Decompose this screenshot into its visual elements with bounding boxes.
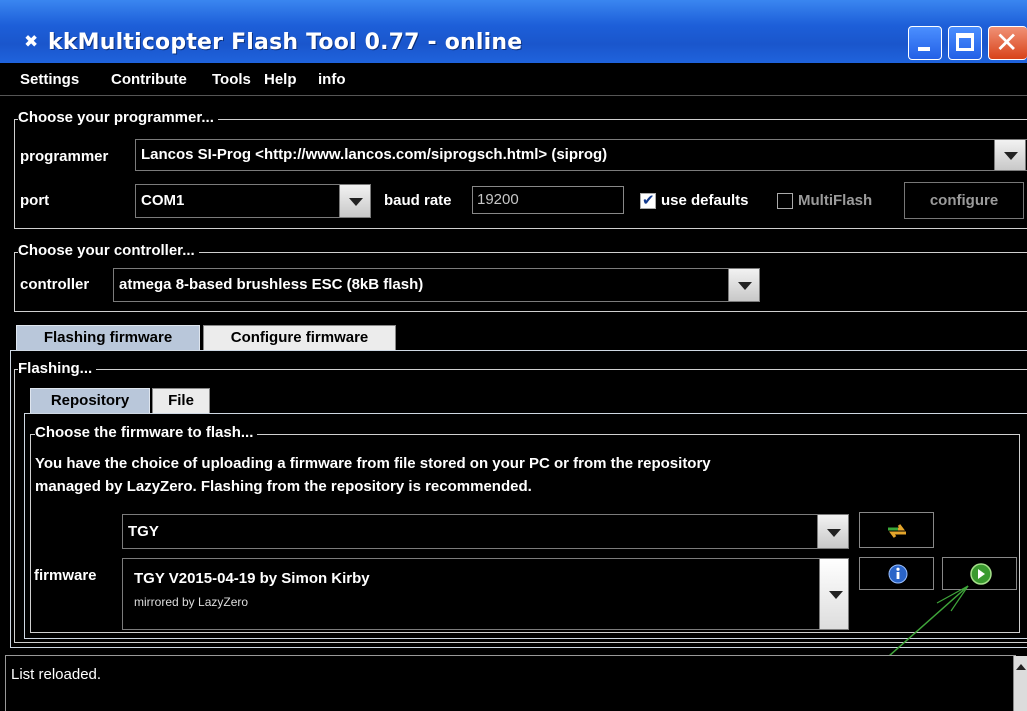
use-defaults-label: use defaults: [661, 192, 749, 209]
menu-info[interactable]: info: [318, 71, 346, 88]
controller-group-title: Choose your controller...: [18, 243, 199, 259]
multiflash-checkbox[interactable]: [777, 193, 793, 209]
baud-rate-label: baud rate: [384, 192, 452, 209]
baud-rate-input[interactable]: 19200: [472, 186, 624, 214]
menu-contribute[interactable]: Contribute: [111, 71, 187, 88]
programmer-value: Lancos SI-Prog <http://www.lancos.com/si…: [141, 146, 608, 163]
firmware-name: TGY V2015-04-19 by Simon Kirby: [134, 570, 370, 587]
tab-flashing-firmware[interactable]: Flashing firmware: [16, 325, 200, 351]
multiflash-label: MultiFlash: [798, 192, 873, 209]
port-label: port: [20, 192, 50, 209]
info-icon: [888, 564, 908, 584]
chevron-down-icon[interactable]: [339, 185, 370, 217]
description-line-1: You have the choice of uploading a firmw…: [35, 455, 711, 472]
info-button[interactable]: [859, 557, 934, 590]
repository-select[interactable]: TGY: [122, 514, 849, 549]
repository-value: TGY: [128, 523, 159, 540]
reload-icon: [888, 524, 906, 538]
chevron-down-icon[interactable]: [728, 269, 759, 301]
title-bar: ✖ kkMulticopter Flash Tool 0.77 - online…: [0, 0, 1027, 63]
close-button[interactable]: ✕: [988, 26, 1027, 60]
reload-button[interactable]: [859, 512, 934, 548]
log-output[interactable]: List reloaded.: [5, 655, 1016, 711]
programmer-label: programmer: [20, 148, 109, 165]
programmer-select[interactable]: Lancos SI-Prog <http://www.lancos.com/si…: [135, 139, 1027, 171]
menu-bar: Settings Contribute Tools Help info: [0, 63, 1027, 96]
firmware-select[interactable]: TGY V2015-04-19 by Simon Kirby mirrored …: [122, 558, 849, 630]
status-message: List reloaded.: [11, 666, 102, 683]
flashing-group-title: Flashing...: [18, 361, 97, 377]
menu-tools[interactable]: Tools: [212, 71, 251, 88]
flash-button[interactable]: [942, 557, 1017, 590]
controller-value: atmega 8-based brushless ESC (8kB flash): [119, 276, 424, 293]
port-select[interactable]: COM1: [135, 184, 371, 218]
firmware-mirror-note: mirrored by LazyZero: [134, 595, 249, 609]
use-defaults-checkbox[interactable]: [640, 191, 656, 209]
controller-select[interactable]: atmega 8-based brushless ESC (8kB flash): [113, 268, 760, 302]
description-line-2: managed by LazyZero. Flashing from the r…: [35, 478, 532, 495]
log-scrollbar[interactable]: [1013, 656, 1027, 711]
port-value: COM1: [141, 192, 185, 209]
choose-firmware-title: Choose the firmware to flash...: [35, 425, 258, 441]
tab-file[interactable]: File: [152, 388, 210, 414]
chevron-down-icon[interactable]: [994, 140, 1026, 170]
minimize-button[interactable]: [908, 26, 942, 60]
tab-repository[interactable]: Repository: [30, 388, 150, 414]
controller-label: controller: [20, 276, 90, 293]
firmware-label: firmware: [34, 567, 97, 584]
maximize-button[interactable]: [948, 26, 982, 60]
chevron-down-icon[interactable]: [817, 515, 848, 548]
menu-settings[interactable]: Settings: [20, 71, 79, 88]
close-icon: ✕: [995, 27, 1019, 58]
app-icon: ✖: [24, 32, 39, 51]
menu-help[interactable]: Help: [264, 71, 297, 88]
chevron-down-icon[interactable]: [819, 559, 848, 629]
main-window: ✖ kkMulticopter Flash Tool 0.77 - online…: [0, 0, 1027, 711]
programmer-group-title: Choose your programmer...: [18, 110, 218, 126]
window-title: kkMulticopter Flash Tool 0.77 - online: [48, 30, 523, 55]
configure-button[interactable]: configure: [904, 182, 1024, 219]
flash-go-icon: [970, 563, 992, 585]
tab-configure-firmware[interactable]: Configure firmware: [203, 325, 396, 351]
